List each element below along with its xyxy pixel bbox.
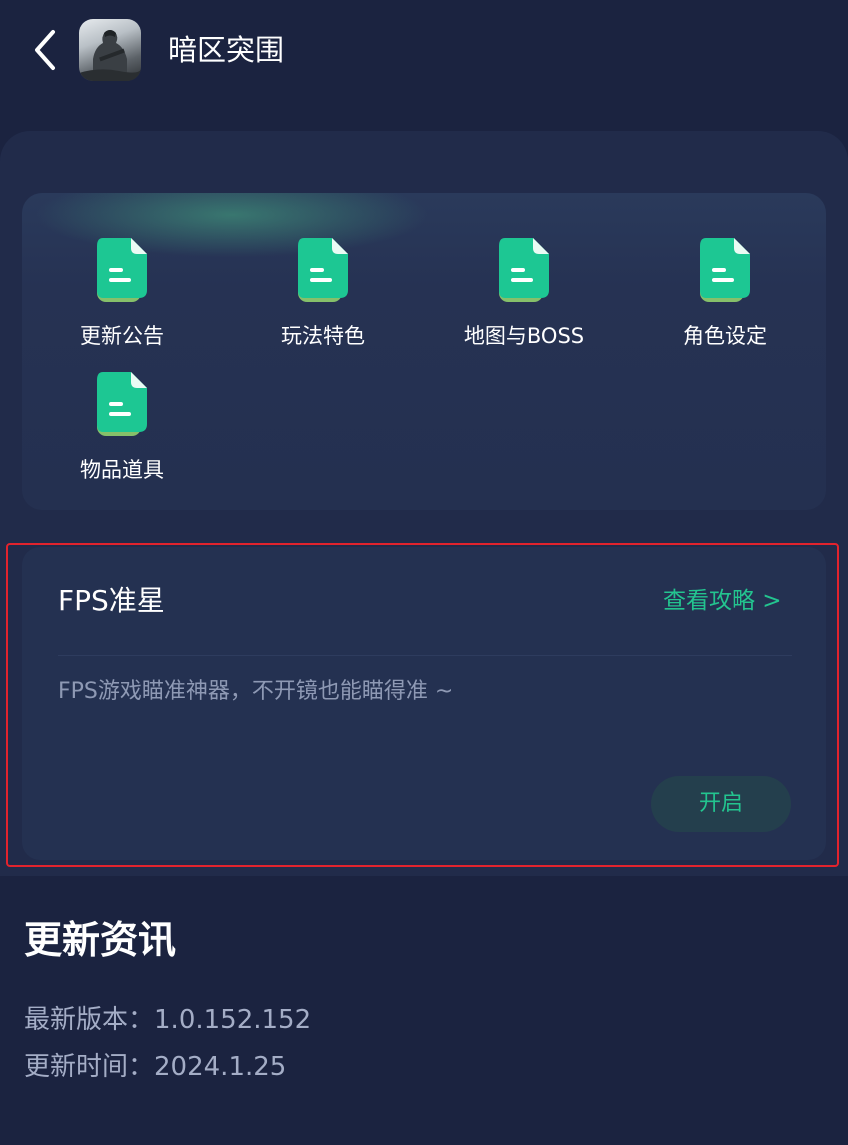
fps-card-title: FPS准星 (58, 584, 165, 617)
view-guide-link[interactable]: 查看攻略 > (663, 585, 782, 617)
document-icon (97, 372, 147, 436)
menu-item-label: 物品道具 (80, 458, 164, 482)
menu-item-label: 玩法特色 (281, 324, 365, 348)
game-title: 暗区突围 (168, 33, 285, 67)
fps-card-description: FPS游戏瞄准神器，不开镜也能瞄得准 ~ (58, 679, 454, 704)
document-icon (298, 238, 348, 302)
update-news-heading: 更新资讯 (24, 918, 177, 962)
menu-item-map-boss[interactable]: 地图与BOSS (424, 193, 624, 348)
menu-item-label: 地图与BOSS (463, 324, 585, 348)
game-avatar (79, 19, 141, 81)
chevron-left-icon (35, 30, 55, 70)
update-date-value: 2024.1.25 (154, 1052, 287, 1082)
divider (58, 655, 792, 656)
document-icon (499, 238, 549, 302)
menu-item-characters[interactable]: 角色设定 (625, 193, 825, 348)
update-date-row: 更新时间：2024.1.25 (24, 1049, 286, 1085)
back-button[interactable] (26, 26, 66, 74)
menu-item-label: 角色设定 (683, 324, 767, 348)
guide-menu-card: 更新公告 玩法特色 地图与BOSS 角色设定 物品道具 (22, 193, 826, 510)
top-bar: 暗区突围 (0, 0, 848, 100)
menu-item-update-notice[interactable]: 更新公告 (22, 193, 222, 348)
enable-button[interactable]: 开启 (651, 776, 791, 832)
latest-version-label: 最新版本： (24, 1005, 155, 1035)
latest-version-value: 1.0.152.152 (154, 1005, 312, 1035)
document-icon (97, 238, 147, 302)
latest-version-row: 最新版本：1.0.152.152 (24, 1002, 311, 1038)
menu-item-gameplay[interactable]: 玩法特色 (223, 193, 423, 348)
menu-item-items[interactable]: 物品道具 (22, 327, 222, 482)
update-date-label: 更新时间： (24, 1052, 155, 1082)
document-icon (700, 238, 750, 302)
